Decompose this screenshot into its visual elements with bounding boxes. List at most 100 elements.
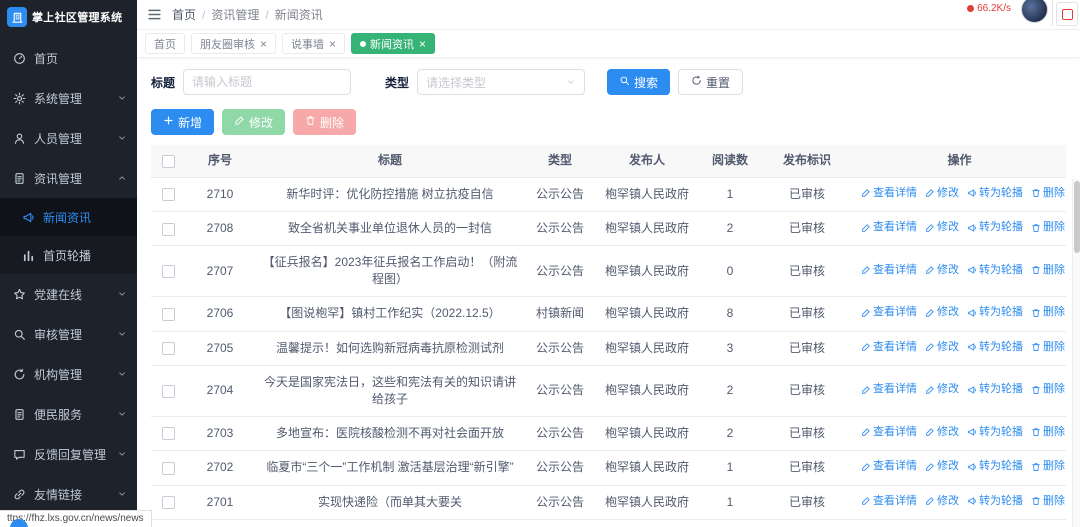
edit-icon	[861, 385, 871, 395]
sidebar-item-personnel[interactable]: 人员管理	[0, 118, 137, 158]
row-checkbox[interactable]	[162, 385, 175, 398]
edit-link[interactable]: 修改	[925, 459, 959, 474]
extension-widget[interactable]	[1056, 2, 1078, 26]
row-checkbox[interactable]	[162, 427, 175, 440]
to-carousel-link[interactable]: 转为轮播	[967, 186, 1023, 201]
sidebar-item-links[interactable]: 友情链接	[0, 474, 137, 514]
edit-link[interactable]: 修改	[925, 263, 959, 278]
table-row: 2706【图说枹罕】镇村工作纪实（2022.12.5）村镇新闻枹罕镇人民政府8已…	[151, 297, 1066, 331]
to-carousel-link[interactable]: 转为轮播	[967, 263, 1023, 278]
edit-link[interactable]: 修改	[925, 186, 959, 201]
close-icon[interactable]: ×	[260, 38, 267, 50]
to-carousel-link[interactable]: 转为轮播	[967, 382, 1023, 397]
table-scrollbar[interactable]	[1072, 179, 1080, 527]
to-carousel-link[interactable]: 转为轮播	[967, 220, 1023, 235]
scrollbar-thumb[interactable]	[1074, 181, 1080, 253]
edit-link[interactable]: 修改	[925, 340, 959, 355]
tab-moments-audit[interactable]: 朋友圈审核×	[191, 33, 276, 54]
view-details-link[interactable]: 查看详情	[861, 186, 917, 201]
megaphone-icon	[967, 223, 977, 233]
column-header-publisher: 发布人	[595, 145, 699, 177]
search-button[interactable]: 搜索	[607, 69, 670, 95]
delete-link[interactable]: 删除	[1031, 494, 1065, 509]
edit-button[interactable]: 修改	[222, 109, 285, 135]
row-checkbox[interactable]	[162, 188, 175, 201]
edit-link[interactable]: 修改	[925, 382, 959, 397]
cell-type: 公示公告	[525, 366, 595, 417]
row-checkbox[interactable]	[162, 223, 175, 236]
delete-link[interactable]: 删除	[1031, 459, 1065, 474]
delete-link[interactable]: 删除	[1031, 340, 1065, 355]
edit-icon	[925, 462, 935, 472]
sidebar-item-label: 友情链接	[34, 486, 109, 503]
sidebar-item-feedback[interactable]: 反馈回复管理	[0, 434, 137, 474]
row-checkbox[interactable]	[162, 462, 175, 475]
edit-icon	[925, 308, 935, 318]
add-button[interactable]: 新增	[151, 109, 214, 135]
view-details-link[interactable]: 查看详情	[861, 340, 917, 355]
delete-link[interactable]: 删除	[1031, 382, 1065, 397]
delete-link[interactable]: 删除	[1031, 263, 1065, 278]
cell-type: 公示公告	[525, 177, 595, 211]
type-filter-select[interactable]: 请选择类型	[417, 69, 585, 95]
sidebar-item-party[interactable]: 党建在线	[0, 274, 137, 314]
sidebar-collapse-button[interactable]	[147, 7, 162, 22]
to-carousel-link[interactable]: 转为轮播	[967, 340, 1023, 355]
to-carousel-link[interactable]: 转为轮播	[967, 305, 1023, 320]
delete-link[interactable]: 删除	[1031, 305, 1065, 320]
select-all-checkbox[interactable]	[162, 155, 175, 168]
tab-talk-wall[interactable]: 说事墙×	[282, 33, 345, 54]
delete-button-label: 删除	[320, 114, 344, 131]
edit-link[interactable]: 修改	[925, 305, 959, 320]
view-details-link[interactable]: 查看详情	[861, 382, 917, 397]
edit-icon	[925, 223, 935, 233]
to-carousel-link[interactable]: 转为轮播	[967, 459, 1023, 474]
edit-icon	[234, 115, 245, 129]
table-row: 2705温馨提示！如何选购新冠病毒抗原检测试剂公示公告枹罕镇人民政府3已审核查看…	[151, 331, 1066, 365]
view-details-link[interactable]: 查看详情	[861, 305, 917, 320]
delete-link[interactable]: 删除	[1031, 425, 1065, 440]
cell-publisher: 枹罕镇人民政府	[595, 451, 699, 485]
sidebar-item-carousel[interactable]: 首页轮播	[0, 236, 137, 274]
megaphone-icon	[967, 427, 977, 437]
view-details-link[interactable]: 查看详情	[861, 263, 917, 278]
to-carousel-link[interactable]: 转为轮播	[967, 494, 1023, 509]
view-details-link[interactable]: 查看详情	[861, 459, 917, 474]
close-icon[interactable]: ×	[329, 38, 336, 50]
cell-reads: 1	[699, 177, 761, 211]
edit-link[interactable]: 修改	[925, 494, 959, 509]
row-checkbox[interactable]	[162, 265, 175, 278]
sidebar-item-info[interactable]: 资讯管理	[0, 158, 137, 198]
delete-link[interactable]: 删除	[1031, 220, 1065, 235]
cell-publisher: 枹罕镇人民政府	[595, 331, 699, 365]
star-icon	[13, 288, 26, 301]
row-checkbox[interactable]	[162, 342, 175, 355]
sidebar-item-system[interactable]: 系统管理	[0, 78, 137, 118]
close-icon[interactable]: ×	[419, 38, 426, 50]
breadcrumb-home[interactable]: 首页	[172, 6, 196, 23]
reset-button[interactable]: 重置	[678, 69, 743, 95]
edit-link[interactable]: 修改	[925, 425, 959, 440]
cell-type: 公示公告	[525, 485, 595, 519]
sidebar-item-news[interactable]: 新闻资讯	[0, 198, 137, 236]
view-details-link[interactable]: 查看详情	[861, 425, 917, 440]
breadcrumb-section[interactable]: 资讯管理	[211, 6, 259, 23]
sidebar-item-services[interactable]: 便民服务	[0, 394, 137, 434]
sidebar-item-home[interactable]: 首页	[0, 38, 137, 78]
view-details-link[interactable]: 查看详情	[861, 220, 917, 235]
sidebar-item-organization[interactable]: 机构管理	[0, 354, 137, 394]
cell-title: 今天是国家宪法日，这些和宪法有关的知识请讲给孩子	[255, 366, 525, 417]
view-details-link[interactable]: 查看详情	[861, 494, 917, 509]
sidebar-item-audit[interactable]: 审核管理	[0, 314, 137, 354]
tab-news[interactable]: 新闻资讯×	[351, 33, 435, 54]
title-filter-input[interactable]	[183, 69, 351, 95]
search-button-label: 搜索	[634, 74, 658, 91]
to-carousel-link[interactable]: 转为轮播	[967, 425, 1023, 440]
tab-home[interactable]: 首页	[145, 33, 185, 54]
row-checkbox[interactable]	[162, 496, 175, 509]
delete-link[interactable]: 删除	[1031, 186, 1065, 201]
delete-button[interactable]: 删除	[293, 109, 356, 135]
row-checkbox[interactable]	[162, 308, 175, 321]
cell-ops: 查看详情修改转为轮播删除	[853, 246, 1066, 297]
edit-link[interactable]: 修改	[925, 220, 959, 235]
